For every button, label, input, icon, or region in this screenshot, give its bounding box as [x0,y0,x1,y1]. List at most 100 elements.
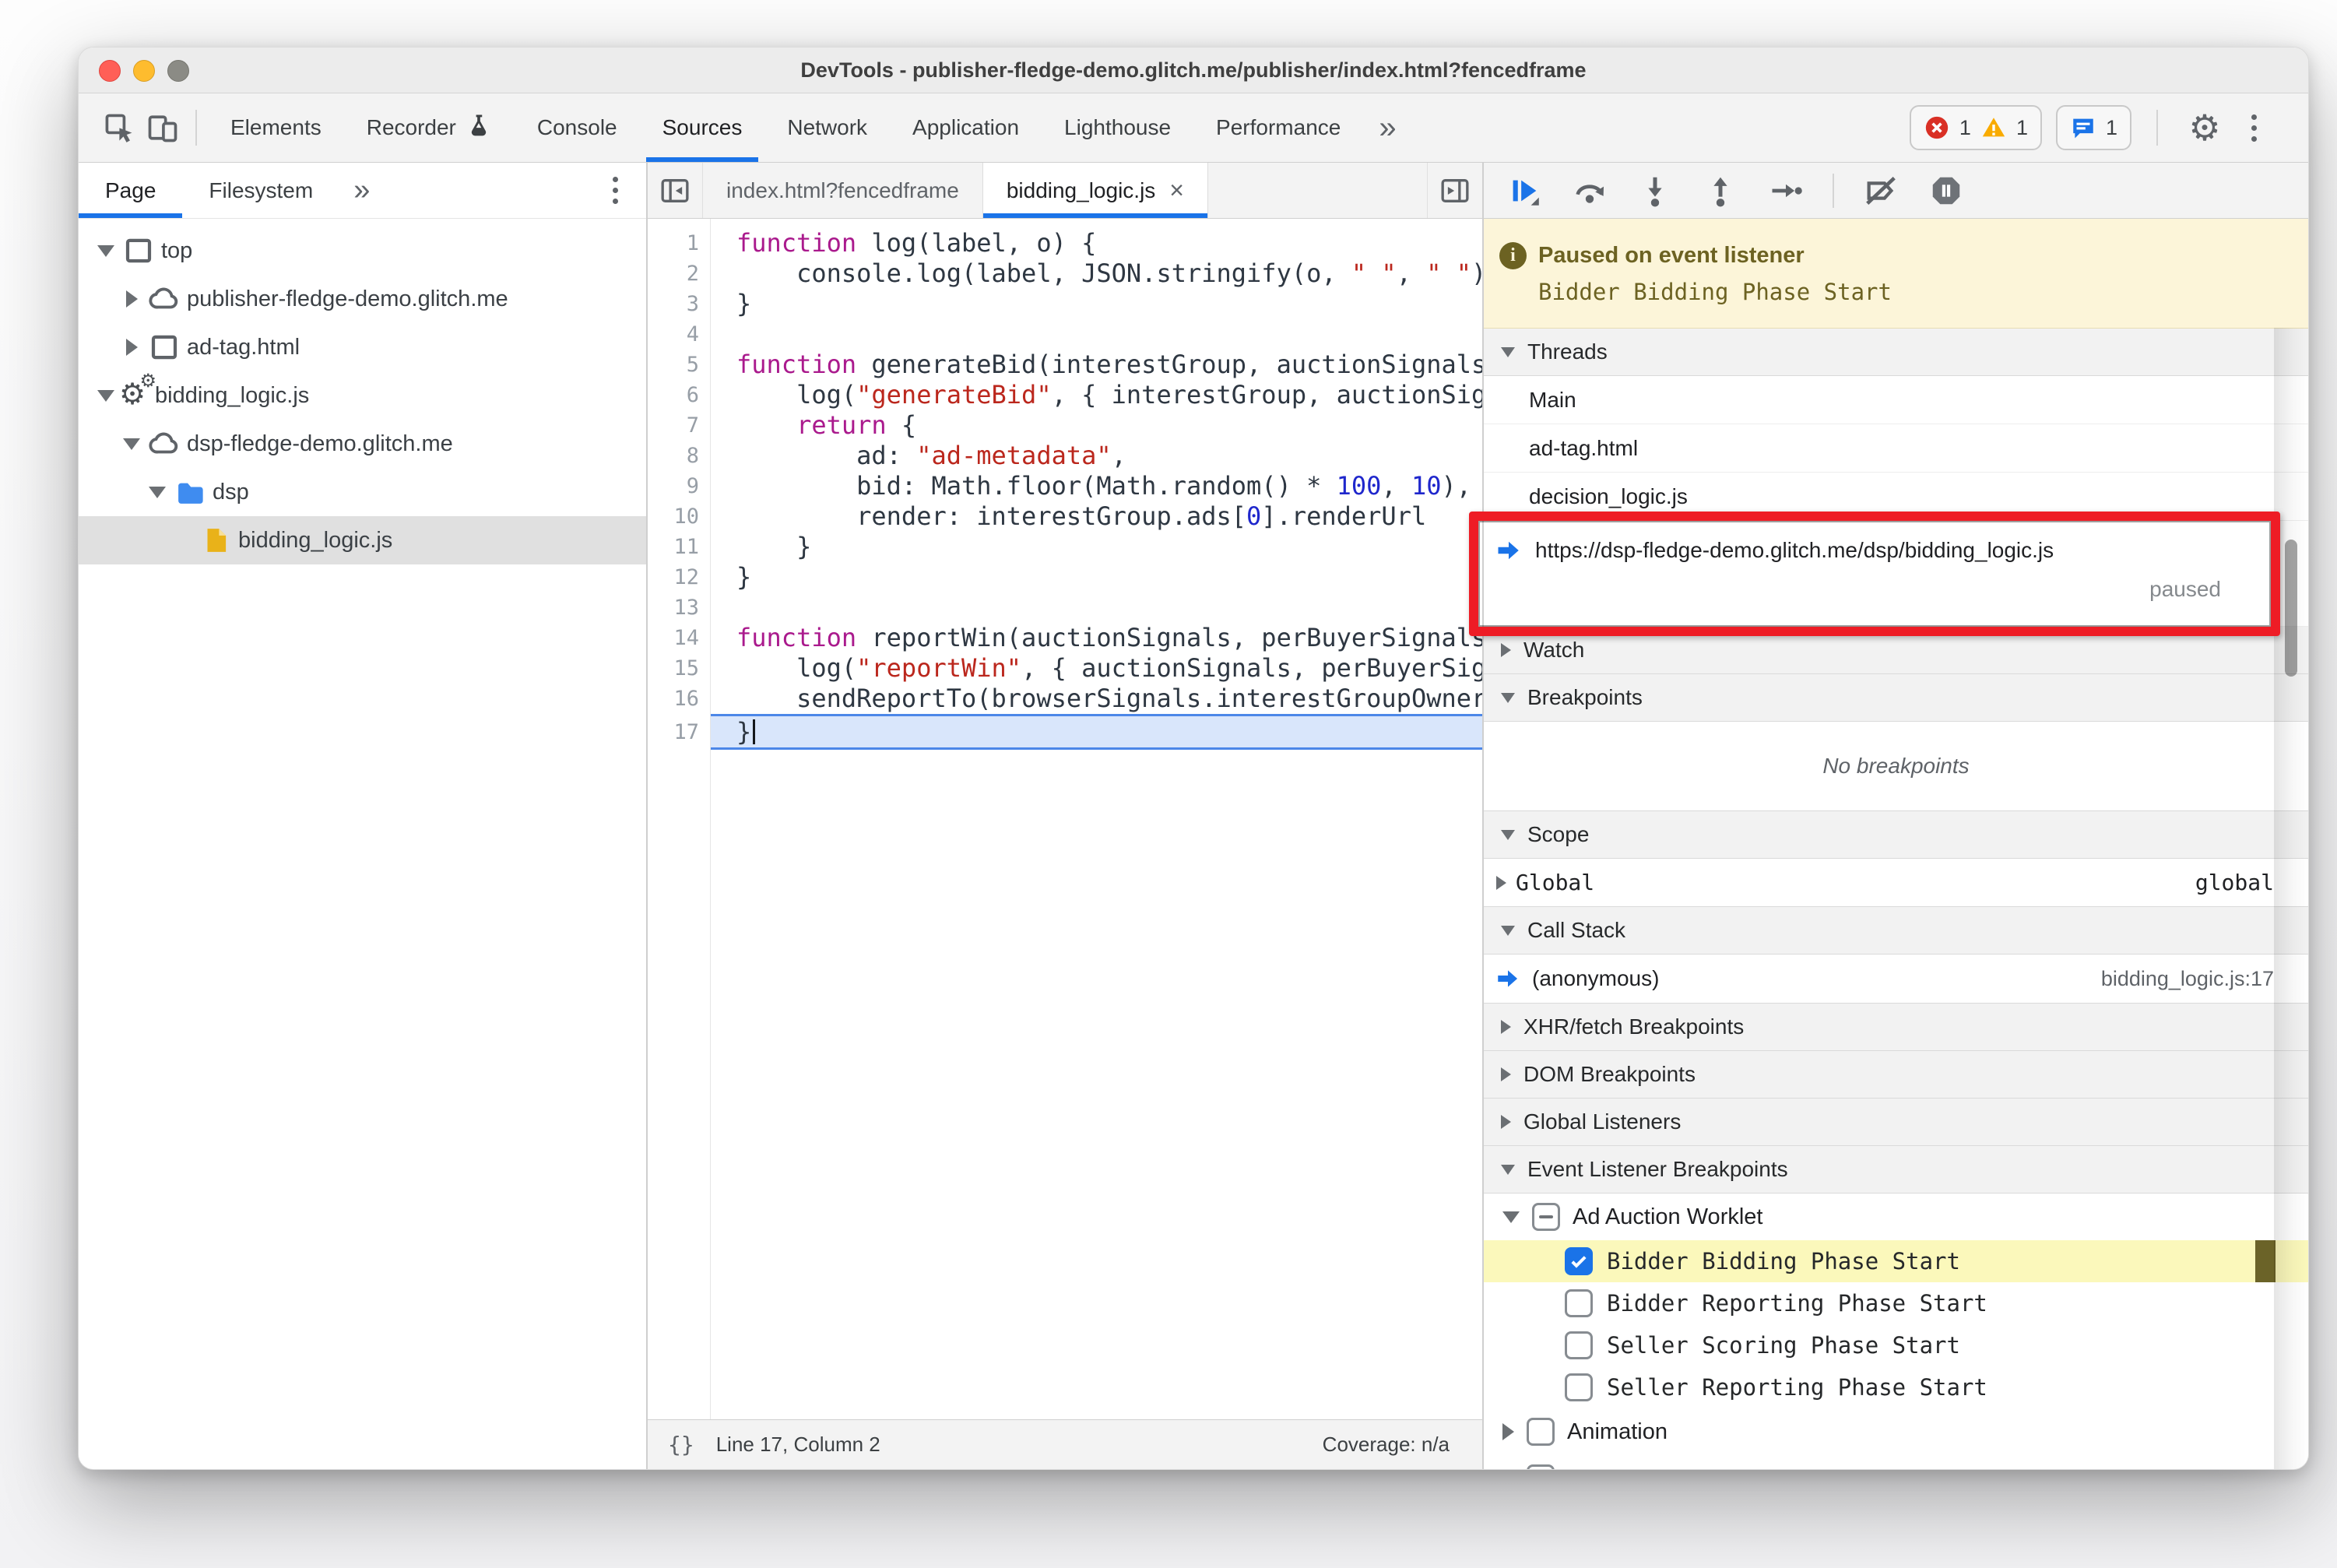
event-breakpoint-bidder-bidding-phase-start[interactable]: Bidder Bidding Phase Start [1484,1240,2308,1282]
event-breakpoint-seller-scoring-phase-start[interactable]: Seller Scoring Phase Start [1484,1324,2308,1366]
kebab-menu-icon[interactable] [2240,114,2268,142]
minimize-window-button[interactable] [133,60,155,82]
thread-item-ad-tag-html[interactable]: ad-tag.html [1484,424,2308,473]
panel-left-icon[interactable] [648,163,703,218]
code-line-11[interactable]: 11 } [648,532,1482,562]
zoom-window-button[interactable] [167,60,189,82]
line-number[interactable]: 11 [648,535,710,559]
section-header-breakpoints[interactable]: Breakpoints [1484,673,2308,722]
errors-warnings-badge[interactable]: 1 1 [1909,105,2042,150]
tree-item-ad-tag-html[interactable]: ad-tag.html [79,323,646,371]
panel-tab-console[interactable]: Console [515,93,640,162]
thread-item-paused-worklet[interactable]: https://dsp-fledge-demo.glitch.me/dsp/bi… [1484,521,2308,627]
tree-item-dsp-fledge-demo-glitch-me[interactable]: dsp-fledge-demo.glitch.me [79,420,646,468]
panel-tab-lighthouse[interactable]: Lighthouse [1042,93,1193,162]
code-line-7[interactable]: 7 return { [648,410,1482,441]
code-line-6[interactable]: 6 log("generateBid", { interestGroup, au… [648,380,1482,410]
checkbox-indeterminate[interactable] [1532,1203,1560,1231]
line-number[interactable]: 8 [648,444,710,468]
code-line-9[interactable]: 9 bid: Math.floor(Math.random() * 100, 1… [648,471,1482,501]
step-over-button[interactable] [1571,172,1608,209]
issues-badge[interactable]: 1 [2055,105,2131,150]
panel-tab-recorder[interactable]: Recorder [344,93,515,162]
editor-tab-bidding-logic-js[interactable]: bidding_logic.js × [982,163,1208,218]
section-header-dom-breakpoints[interactable]: DOM Breakpoints [1484,1050,2308,1099]
line-number[interactable]: 10 [648,505,710,529]
more-navigator-tabs-icon[interactable]: » [339,163,384,218]
line-number[interactable]: 15 [648,656,710,680]
code-line-16[interactable]: 16 sendReportTo(browserSignals.interestG… [648,684,1482,714]
inspect-icon[interactable] [97,106,141,149]
tree-item-dsp[interactable]: dsp [79,468,646,516]
pause-on-exceptions-button[interactable] [1928,172,1965,209]
tree-item-top[interactable]: top [79,227,646,275]
code-line-10[interactable]: 10 render: interestGroup.ads[0].renderUr… [648,501,1482,532]
device-toolbar-icon[interactable] [141,106,184,149]
breakpoint-group-animation[interactable]: Animation [1484,1408,2308,1455]
call-stack-frame[interactable]: (anonymous) bidding_logic.js:17 [1484,955,2308,1004]
line-number[interactable]: 16 [648,687,710,711]
checkbox-unchecked[interactable] [1565,1373,1593,1401]
checkbox-unchecked[interactable] [1565,1331,1593,1359]
tree-item-publisher-fledge-demo-glitch-me[interactable]: publisher-fledge-demo.glitch.me [79,275,646,323]
pretty-print-icon[interactable]: {} [668,1432,694,1457]
chevron-right-icon[interactable] [118,290,145,308]
tree-item-bidding-logic-js[interactable]: bidding_logic.js [79,516,646,564]
tree-item-bidding-logic-js[interactable]: ⚙ ⚙ bidding_logic.js [79,371,646,420]
code-line-5[interactable]: 5 function generateBid(interestGroup, auc… [648,350,1482,380]
step-button[interactable] [1767,172,1805,209]
code-line-8[interactable]: 8 ad: "ad-metadata", [648,441,1482,471]
code-line-12[interactable]: 12} [648,562,1482,592]
more-panels-icon[interactable]: » [1363,93,1411,162]
chevron-down-icon[interactable] [93,244,119,257]
line-number[interactable]: 17 [648,720,710,744]
navigator-kebab-icon[interactable] [602,177,629,204]
line-number[interactable]: 7 [648,413,710,438]
code-line-2[interactable]: 2 console.log(label, JSON.stringify(o, "… [648,258,1482,289]
line-number[interactable]: 6 [648,383,710,407]
checkbox-unchecked[interactable] [1527,1418,1555,1446]
close-icon[interactable]: × [1169,176,1184,205]
code-line-13[interactable]: 13 [648,592,1482,623]
code-line-17[interactable]: 17} [648,714,1482,750]
line-number[interactable]: 9 [648,474,710,498]
chevron-down-icon[interactable] [118,438,145,450]
event-breakpoint-bidder-reporting-phase-start[interactable]: Bidder Reporting Phase Start [1484,1282,2308,1324]
line-number[interactable]: 13 [648,596,710,620]
resume-button[interactable] [1506,172,1543,209]
line-number[interactable]: 2 [648,262,710,286]
section-header-call-stack[interactable]: Call Stack [1484,906,2308,955]
code-editor[interactable]: 1 function log(label, o) {2 console.log(l… [648,219,1482,1419]
panel-tab-sources[interactable]: Sources [640,93,765,162]
chevron-down-icon[interactable] [93,389,119,402]
event-breakpoint-seller-reporting-phase-start[interactable]: Seller Reporting Phase Start [1484,1366,2308,1408]
thread-item-decision-logic-js[interactable]: decision_logic.js [1484,473,2308,521]
close-window-button[interactable] [99,60,121,82]
deactivate-breakpoints-button[interactable] [1862,172,1899,209]
step-into-button[interactable] [1636,172,1674,209]
line-number[interactable]: 5 [648,353,710,377]
scrollbar-thumb[interactable] [2285,540,2297,677]
section-header-event-listener-breakpoints[interactable]: Event Listener Breakpoints [1484,1145,2308,1194]
line-number[interactable]: 3 [648,292,710,316]
line-number[interactable]: 4 [648,322,710,346]
code-line-1[interactable]: 1 function log(label, o) { [648,228,1482,258]
section-header-xhr-fetch-breakpoints[interactable]: XHR/fetch Breakpoints [1484,1003,2308,1051]
section-header-watch[interactable]: Watch [1484,626,2308,674]
line-number[interactable]: 12 [648,565,710,589]
breakpoint-group-ad-auction-worklet[interactable]: Ad Auction Worklet [1484,1194,2308,1240]
checkbox-checked[interactable] [1565,1247,1593,1275]
panel-right-icon[interactable] [1427,163,1482,218]
thread-item-main[interactable]: Main [1484,376,2308,424]
panel-tab-network[interactable]: Network [764,93,890,162]
step-out-button[interactable] [1702,172,1739,209]
line-number[interactable]: 14 [648,626,710,650]
section-header-global-listeners[interactable]: Global Listeners [1484,1098,2308,1146]
code-line-3[interactable]: 3} [648,289,1482,319]
chevron-right-icon[interactable] [118,339,145,356]
line-number[interactable]: 1 [648,231,710,255]
code-line-15[interactable]: 15 log("reportWin", { auctionSignals, pe… [648,653,1482,684]
settings-gear-icon[interactable]: ⚙ [2183,106,2226,149]
code-line-14[interactable]: 14 function reportWin(auctionSignals, per… [648,623,1482,653]
chevron-down-icon[interactable] [144,486,170,498]
